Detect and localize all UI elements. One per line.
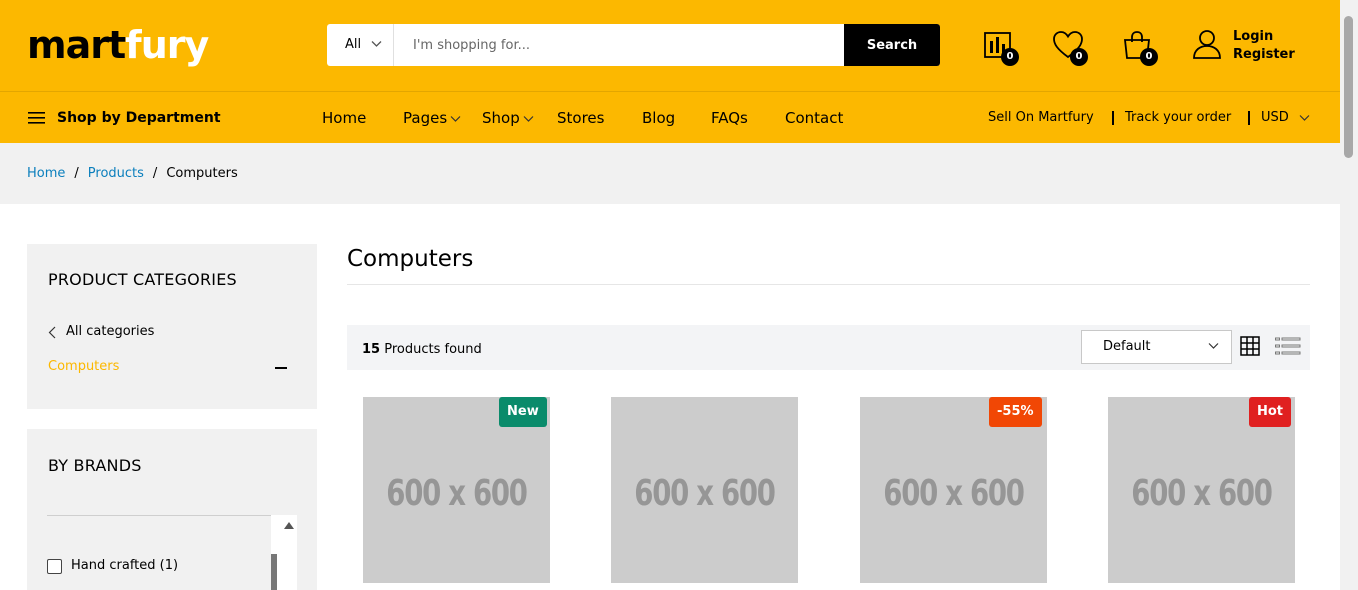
list-view-icon[interactable] [1275, 337, 1301, 355]
site-header: martfury All Search 0 0 0 [0, 0, 1340, 91]
shop-by-department-label: Shop by Department [57, 110, 221, 126]
currency-select[interactable]: USD [1261, 92, 1310, 144]
product-categories-widget: PRODUCT CATEGORIES All categories Comput… [27, 244, 317, 409]
logo-secondary-text: fury [125, 23, 209, 67]
brands-widget: BY BRANDS Hand crafted (1) [27, 429, 317, 590]
search-bar: All Search [327, 24, 940, 66]
breadcrumb-current: Computers [166, 166, 238, 181]
divider [47, 515, 297, 516]
compare-button[interactable]: 0 [983, 30, 1019, 66]
track-order-link[interactable]: Track your order [1125, 92, 1231, 144]
brand-checkbox[interactable] [47, 558, 62, 574]
chevron-left-icon [48, 326, 56, 339]
nav-stores[interactable]: Stores [557, 92, 604, 144]
page-title: Computers [347, 246, 474, 272]
breadcrumb: Home / Products / Computers [27, 143, 238, 204]
currency-value: USD [1261, 110, 1289, 125]
grid-view-icon[interactable] [1240, 336, 1260, 356]
product-card[interactable]: 600 x 600 New [363, 397, 550, 583]
login-link[interactable]: Login [1233, 28, 1295, 46]
collapse-icon[interactable] [275, 367, 287, 369]
page-scrollbar-thumb[interactable] [1344, 16, 1353, 158]
nav-pages[interactable]: Pages [403, 92, 461, 144]
chevron-down-icon [523, 115, 534, 122]
chevron-down-icon [450, 115, 461, 122]
product-categories-title: PRODUCT CATEGORIES [48, 270, 237, 289]
breadcrumb-home[interactable]: Home [27, 166, 65, 181]
products-found-label: Products found [384, 342, 482, 357]
product-image-placeholder: 600 x 600 [634, 473, 776, 514]
product-badge-hot: Hot [1249, 397, 1292, 427]
product-card[interactable]: 600 x 600 -55% [860, 397, 1047, 583]
wishlist-count-badge: 0 [1070, 48, 1088, 66]
product-image-placeholder: 600 x 600 [1131, 473, 1273, 514]
nav-shop-label: Shop [482, 109, 520, 127]
site-logo[interactable]: martfury [27, 20, 209, 70]
sort-select[interactable]: Default [1081, 330, 1232, 364]
nav-contact[interactable]: Contact [785, 92, 843, 144]
brand-filter-item[interactable]: Hand crafted (1) [47, 558, 178, 574]
nav-shop[interactable]: Shop [482, 92, 534, 144]
register-link[interactable]: Register [1233, 46, 1295, 64]
breadcrumb-products[interactable]: Products [88, 166, 144, 181]
menu-icon [28, 112, 45, 124]
chevron-down-icon [1299, 114, 1310, 121]
product-toolbar: 15 Products found Default [347, 325, 1310, 370]
divider [347, 284, 1310, 285]
user-icon [1193, 30, 1221, 59]
nav-faqs[interactable]: FAQs [711, 92, 748, 144]
product-card[interactable]: 600 x 600 [611, 397, 798, 583]
nav-blog[interactable]: Blog [642, 92, 675, 144]
product-badge-new: New [499, 397, 547, 427]
sell-on-martfury-link[interactable]: Sell On Martfury [988, 92, 1094, 144]
nav-divider [1248, 111, 1250, 125]
product-image-placeholder: 600 x 600 [386, 473, 528, 514]
breadcrumb-separator: / [74, 166, 79, 181]
brands-scrollbar-thumb[interactable] [271, 554, 277, 590]
cart-count-badge: 0 [1140, 48, 1158, 66]
account-menu: Login Register [1192, 28, 1312, 64]
nav-pages-label: Pages [403, 109, 448, 127]
search-category-value: All [345, 37, 362, 52]
shop-by-department-button[interactable]: Shop by Department [28, 92, 221, 144]
product-image-placeholder: 600 x 600 [883, 473, 1025, 514]
chevron-down-icon [1208, 343, 1219, 349]
nav-divider [1112, 111, 1114, 125]
chevron-down-icon [371, 41, 382, 47]
product-card[interactable]: 600 x 600 Hot [1108, 397, 1295, 583]
products-found-count: 15 [362, 342, 381, 357]
category-item-computers[interactable]: Computers [48, 359, 119, 374]
search-category-select[interactable]: All [327, 24, 394, 66]
sort-value: Default [1103, 339, 1151, 354]
products-found-text: 15 Products found [362, 325, 482, 375]
all-categories-label: All categories [66, 324, 155, 339]
all-categories-link[interactable]: All categories [48, 324, 154, 339]
scroll-up-arrow-icon[interactable] [284, 522, 294, 529]
breadcrumb-bar: Home / Products / Computers [0, 143, 1340, 204]
cart-button[interactable]: 0 [1122, 30, 1158, 66]
search-button[interactable]: Search [844, 24, 940, 66]
page-scrollbar[interactable] [1340, 0, 1358, 590]
search-input[interactable] [395, 24, 844, 66]
breadcrumb-separator: / [152, 166, 158, 181]
logo-primary-text: mart [27, 23, 126, 67]
compare-count-badge: 0 [1001, 48, 1019, 66]
main-navigation: Shop by Department Home Pages Shop Store… [0, 91, 1340, 143]
nav-home[interactable]: Home [322, 92, 366, 144]
brand-label: Hand crafted (1) [71, 558, 179, 573]
wishlist-button[interactable]: 0 [1052, 30, 1088, 66]
brands-title: BY BRANDS [48, 456, 142, 475]
product-badge-discount: -55% [989, 397, 1042, 427]
